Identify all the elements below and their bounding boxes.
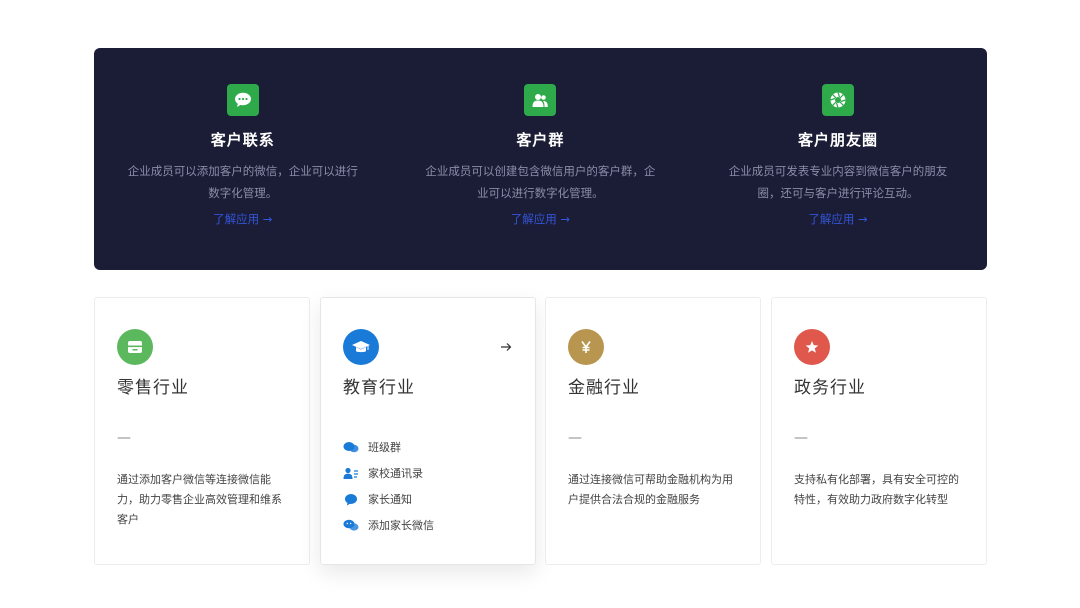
class-group-icon	[343, 440, 359, 454]
feature-customer-contact: 客户联系 企业成员可以添加客户的微信，企业可以进行数字化管理。 了解应用 →	[94, 48, 392, 270]
feature-item-contacts[interactable]: 家校通讯录	[343, 460, 434, 486]
learn-more-link[interactable]: 了解应用 →	[213, 210, 272, 228]
divider-dash: —	[568, 430, 582, 446]
feature-title: 客户群	[516, 131, 565, 149]
customer-features-banner: 客户联系 企业成员可以添加客户的微信，企业可以进行数字化管理。 了解应用 → 客…	[94, 48, 987, 270]
feature-item-class-group[interactable]: 班级群	[343, 434, 434, 460]
divider-dash: —	[117, 430, 131, 446]
industry-card-finance[interactable]: 金融行业 — 通过连接微信可帮助金融机构为用户提供合法合规的金融服务	[545, 297, 761, 565]
feature-title: 客户联系	[210, 131, 275, 149]
moments-icon	[821, 84, 854, 116]
industry-title: 零售行业	[117, 378, 189, 398]
feature-label: 家长通知	[368, 493, 412, 506]
learn-more-link[interactable]: 了解应用 →	[808, 210, 867, 228]
feature-description: 企业成员可以创建包含微信用户的客户群，企业可以进行数字化管理。	[425, 164, 656, 200]
industry-description: 通过添加客户微信等连接微信能力，助力零售企业高效管理和维系客户	[117, 473, 282, 526]
industry-description: 通过连接微信可帮助金融机构为用户提供合法合规的金融服务	[568, 473, 733, 506]
feature-list: 班级群 家校通讯录 家长通知 添加家长微信	[343, 434, 434, 538]
feature-description: 企业成员可以添加客户的微信，企业可以进行数字化管理。	[127, 164, 358, 200]
industry-card-retail[interactable]: 零售行业 — 通过添加客户微信等连接微信能力，助力零售企业高效管理和维系客户	[94, 297, 310, 565]
industry-title: 政务行业	[794, 378, 866, 398]
feature-label: 添加家长微信	[368, 519, 434, 532]
arrow-right-icon[interactable]	[499, 339, 513, 353]
star-icon	[794, 329, 830, 365]
chat-bubble-icon	[226, 84, 259, 116]
feature-item-parent-notice[interactable]: 家长通知	[343, 486, 434, 512]
industry-title: 金融行业	[568, 378, 640, 398]
contacts-icon	[343, 466, 359, 480]
feature-item-add-parent-wechat[interactable]: 添加家长微信	[343, 512, 434, 538]
industry-title: 教育行业	[343, 378, 415, 398]
feature-label: 家校通讯录	[368, 467, 423, 480]
feature-label: 班级群	[368, 441, 401, 454]
feature-customer-group: 客户群 企业成员可以创建包含微信用户的客户群，企业可以进行数字化管理。 了解应用…	[392, 48, 690, 270]
feature-description: 企业成员可发表专业内容到微信客户的朋友圈，还可与客户进行评论互动。	[728, 164, 948, 200]
divider-dash: —	[794, 430, 808, 446]
feature-customer-moments: 客户朋友圈 企业成员可发表专业内容到微信客户的朋友圈，还可与客户进行评论互动。 …	[689, 48, 987, 270]
graduation-cap-icon	[343, 329, 379, 365]
store-icon	[117, 329, 153, 365]
yen-icon	[568, 329, 604, 365]
learn-more-link[interactable]: 了解应用 →	[511, 210, 570, 228]
wechat-icon	[343, 518, 359, 532]
industry-description: 支持私有化部署，具有安全可控的特性，有效助力政府数字化转型	[794, 473, 959, 506]
group-icon	[524, 84, 557, 116]
industry-card-education[interactable]: 教育行业 — 班级群 家校通讯录 家长通知 添加家长微信	[320, 297, 536, 565]
industry-card-government[interactable]: 政务行业 — 支持私有化部署，具有安全可控的特性，有效助力政府数字化转型	[771, 297, 987, 565]
notice-icon	[343, 492, 359, 506]
feature-title: 客户朋友圈	[797, 131, 878, 149]
